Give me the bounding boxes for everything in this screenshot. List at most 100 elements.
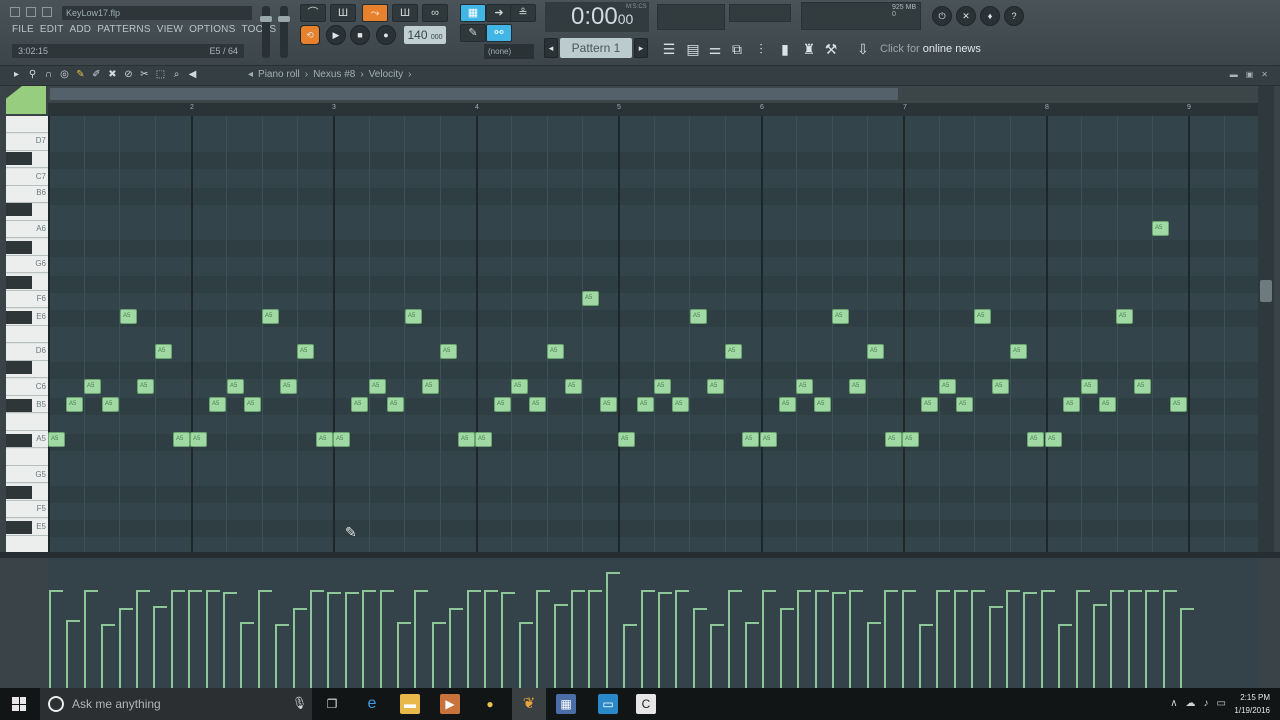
tray-chevron-icon[interactable]: ∧ — [1170, 698, 1177, 709]
velocity-bar[interactable] — [745, 622, 759, 688]
mute-tool-icon[interactable]: ⊘ — [122, 68, 135, 82]
pencil-tool-icon[interactable]: ✎ — [460, 24, 486, 42]
white-key[interactable] — [6, 536, 48, 552]
velocity-bar[interactable] — [484, 590, 498, 688]
note[interactable]: A5 — [921, 397, 938, 412]
white-key[interactable] — [6, 413, 48, 431]
pattern-prev-icon[interactable]: ◂ — [544, 38, 558, 58]
velocity-bar[interactable] — [779, 608, 794, 688]
link-icon[interactable]: ⚯ — [486, 24, 512, 42]
velocity-bar[interactable] — [623, 624, 638, 688]
maximize-icon[interactable]: ▣ — [1246, 70, 1254, 79]
midi-icon[interactable]: ✕ — [956, 6, 976, 26]
velocity-bar[interactable] — [275, 624, 290, 688]
note[interactable]: A5 — [974, 309, 991, 324]
fl-studio-icon[interactable]: ❦ — [519, 694, 539, 714]
note[interactable]: A5 — [440, 344, 457, 359]
clock[interactable]: 2:15 PM 1/19/2016 — [1234, 691, 1270, 717]
tempo-tap-icon[interactable]: ⚒ — [822, 40, 840, 58]
velocity-bar[interactable] — [118, 608, 133, 688]
record-mode-icon[interactable]: ⤳ — [362, 4, 388, 22]
menu-patterns[interactable]: PATTERNS — [97, 24, 150, 35]
power-icon[interactable]: ⏻ — [932, 6, 952, 26]
note[interactable]: A5 — [351, 397, 368, 412]
note[interactable]: A5 — [333, 432, 350, 447]
velocity-bar[interactable] — [536, 590, 551, 688]
velocity-bar[interactable] — [379, 590, 394, 688]
bar-ruler[interactable]: 2 3 4 5 6 7 8 9 — [48, 103, 1260, 116]
note[interactable]: A5 — [796, 379, 813, 394]
velocity-bar[interactable] — [501, 592, 516, 688]
note[interactable]: A5 — [316, 432, 333, 447]
velocity-lane[interactable] — [48, 558, 1260, 688]
note[interactable]: A5 — [600, 397, 617, 412]
note[interactable]: A5 — [511, 379, 528, 394]
velocity-bar[interactable] — [971, 590, 986, 688]
note[interactable]: A5 — [849, 379, 866, 394]
note[interactable]: A5 — [422, 379, 439, 394]
note[interactable]: A5 — [209, 397, 226, 412]
note[interactable]: A5 — [814, 397, 831, 412]
keyboard-icon[interactable]: ▭ — [1217, 698, 1226, 709]
note[interactable]: A5 — [867, 344, 884, 359]
velocity-bar[interactable] — [727, 590, 742, 688]
vertical-scrollbar[interactable] — [1258, 86, 1274, 552]
velocity-bar[interactable] — [223, 592, 237, 688]
velocity-bar[interactable] — [1075, 590, 1090, 688]
note[interactable]: A5 — [654, 379, 671, 394]
velocity-bar[interactable] — [240, 622, 255, 688]
timeline[interactable]: 2 3 4 5 6 7 8 9 — [48, 86, 1260, 116]
velocity-bar[interactable] — [362, 590, 377, 688]
note[interactable]: A5 — [672, 397, 689, 412]
velocity-bar[interactable] — [919, 624, 933, 688]
note[interactable]: A5 — [48, 432, 65, 447]
velocity-bar[interactable] — [814, 590, 829, 688]
master-volume-slider[interactable] — [260, 6, 272, 58]
note[interactable]: A5 — [1063, 397, 1080, 412]
velocity-bar[interactable] — [1058, 624, 1073, 688]
note[interactable]: A5 — [565, 379, 582, 394]
crumb-channel[interactable]: Nexus #8 — [313, 69, 355, 80]
piano-roll-corner[interactable] — [6, 86, 48, 116]
black-key[interactable] — [6, 276, 32, 289]
velocity-bar[interactable] — [397, 622, 411, 688]
loop-record-icon[interactable]: ∞ — [422, 4, 448, 22]
velocity-bar[interactable] — [414, 590, 429, 688]
record-button[interactable]: ● — [376, 25, 396, 45]
velocity-bar[interactable] — [188, 590, 203, 688]
select-tool-icon[interactable]: ⬚ — [154, 68, 167, 82]
velocity-bar[interactable] — [49, 590, 63, 688]
velocity-bar[interactable] — [884, 590, 899, 688]
velocity-bar[interactable] — [1093, 604, 1107, 688]
note[interactable]: A5 — [102, 397, 119, 412]
paint-tool-icon[interactable]: ✐ — [90, 68, 103, 82]
note[interactable]: A5 — [155, 344, 172, 359]
menu-add[interactable]: ADD — [70, 24, 92, 35]
velocity-bar[interactable] — [692, 608, 707, 688]
record-icon[interactable]: ◎ — [58, 68, 71, 82]
close-icon[interactable]: ✕ — [1261, 70, 1268, 79]
note[interactable]: A5 — [280, 379, 297, 394]
snap-select[interactable]: (none) — [484, 44, 534, 59]
menu-tools[interactable]: TOOLS — [241, 24, 276, 35]
black-key[interactable] — [6, 521, 32, 534]
play-button[interactable]: ▶ — [326, 25, 346, 45]
pattern-song-toggle[interactable]: ⟲ — [300, 25, 320, 45]
note[interactable]: A5 — [1116, 309, 1133, 324]
mic-icon[interactable]: ♦ — [980, 6, 1000, 26]
note[interactable]: A5 — [690, 309, 707, 324]
velocity-bar[interactable] — [710, 624, 725, 688]
velocity-bar[interactable] — [762, 590, 777, 688]
velocity-bar[interactable] — [605, 572, 620, 688]
download-icon[interactable]: ⇩ — [854, 40, 872, 58]
microphone-icon[interactable]: 🎙︎ — [292, 696, 307, 710]
velocity-bar[interactable] — [153, 606, 168, 688]
tempo-display[interactable]: 140 000 — [404, 26, 446, 44]
help-icon[interactable]: ? — [1004, 6, 1024, 26]
velocity-bar[interactable] — [257, 590, 272, 688]
window-menu-button[interactable] — [10, 7, 20, 17]
note[interactable]: A5 — [707, 379, 724, 394]
menu-view[interactable]: VIEW — [157, 24, 183, 35]
task-view-icon[interactable]: ❐ — [322, 694, 342, 714]
scroll-thumb[interactable] — [1260, 280, 1272, 302]
